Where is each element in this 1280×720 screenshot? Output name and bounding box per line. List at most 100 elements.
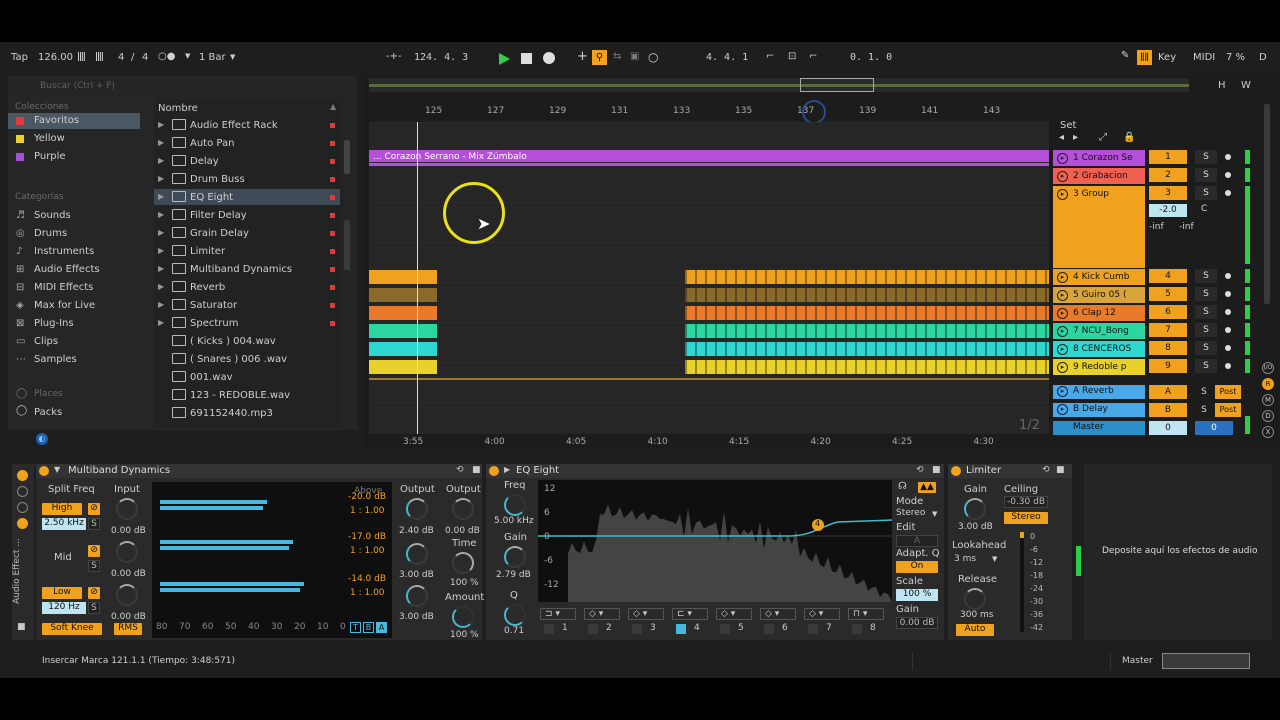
- track-activator[interactable]: 9: [1149, 359, 1187, 373]
- gain-knob[interactable]: [964, 498, 986, 520]
- favorite-icon[interactable]: [330, 141, 335, 146]
- clip-7-a[interactable]: [369, 324, 437, 338]
- low-freq-field[interactable]: 120 Hz: [42, 602, 86, 614]
- list-item[interactable]: Reverb: [190, 282, 225, 293]
- list-item[interactable]: Auto Pan: [190, 138, 234, 149]
- fold-track-icon[interactable]: ▸: [1057, 386, 1068, 397]
- expand-icon[interactable]: ▶: [504, 465, 510, 474]
- input-high-knob[interactable]: [116, 498, 138, 520]
- filter-type-select[interactable]: ⊏ ▾: [672, 608, 708, 620]
- clip-corazon[interactable]: ... Corazon Serrano - Mix Zúmbalo: [369, 150, 1049, 166]
- clip-9-b[interactable]: [685, 360, 1049, 374]
- spectrum-icon[interactable]: ▲▲: [918, 482, 936, 493]
- sig-num[interactable]: 4: [118, 52, 124, 63]
- solo-button[interactable]: S: [1195, 168, 1217, 182]
- track-activator[interactable]: 4: [1149, 269, 1187, 283]
- midi-map-button[interactable]: MIDI: [1193, 52, 1215, 63]
- ratio-value[interactable]: 1 : 1.00: [350, 546, 385, 556]
- metronome-icon[interactable]: ǀǀǀǀ: [77, 51, 86, 62]
- edit-a-button[interactable]: A: [896, 535, 938, 547]
- solo-button[interactable]: S: [1195, 186, 1217, 200]
- lookahead-select[interactable]: 3 ms: [954, 554, 976, 564]
- clip-4-b[interactable]: [685, 270, 1049, 284]
- punch-in-icon[interactable]: ⌐: [766, 51, 774, 62]
- mid-solo-button[interactable]: S: [88, 560, 100, 572]
- record-button[interactable]: [543, 52, 555, 64]
- search-field[interactable]: Buscar (Ctrl + F): [10, 79, 355, 95]
- threshold-value[interactable]: -20.0 dB: [348, 492, 386, 502]
- track-name[interactable]: 9 Redoble p: [1073, 362, 1127, 372]
- list-item[interactable]: Delay: [190, 156, 219, 167]
- session-record-icon[interactable]: ▣: [630, 51, 639, 62]
- device-on-icon[interactable]: [489, 466, 499, 476]
- fold-track-icon[interactable]: ▸: [1057, 171, 1068, 182]
- follow-icon[interactable]: ○●: [158, 51, 175, 62]
- clip-7-b[interactable]: [685, 324, 1049, 338]
- name-column-header[interactable]: Nombre: [158, 103, 198, 114]
- adapt-q-button[interactable]: On: [896, 561, 938, 573]
- sidebar-item-midi-effects[interactable]: MIDI Effects: [34, 282, 93, 293]
- favorite-icon[interactable]: [330, 159, 335, 164]
- solo-button[interactable]: S: [1195, 385, 1213, 399]
- loop-icon[interactable]: ○: [648, 50, 658, 64]
- sidebar-item-purple[interactable]: Purple: [34, 151, 66, 162]
- band-on-button[interactable]: [544, 624, 554, 634]
- device-on-icon[interactable]: [951, 466, 961, 476]
- punch-out-icon[interactable]: ⌐: [809, 51, 817, 62]
- loop-switch-icon[interactable]: ⊡: [788, 51, 796, 62]
- favorite-icon[interactable]: [330, 195, 335, 200]
- list-item[interactable]: Filter Delay: [190, 210, 247, 221]
- mixer-icon[interactable]: M: [1262, 394, 1274, 406]
- filter-type-select[interactable]: ⊐ ▾: [540, 608, 576, 620]
- sidebar-item-max-for-live[interactable]: Max for Live: [34, 300, 95, 311]
- loop-start-field[interactable]: 4. 4. 1: [706, 52, 748, 63]
- favorite-icon[interactable]: [330, 321, 335, 326]
- hot-swap-icon[interactable]: ⟲: [1042, 465, 1050, 475]
- w-button[interactable]: W: [1241, 80, 1251, 91]
- list-item[interactable]: Spectrum: [190, 318, 238, 329]
- key-map-button[interactable]: Key: [1158, 52, 1176, 63]
- sidebar-item-plug-ins[interactable]: Plug-Ins: [34, 318, 74, 329]
- favorite-icon[interactable]: [330, 231, 335, 236]
- solo-button[interactable]: S: [1195, 287, 1217, 301]
- return-icon[interactable]: R: [1262, 378, 1274, 390]
- sidebar-item-instruments[interactable]: Instruments: [34, 246, 94, 257]
- low-solo-icon[interactable]: ⊘: [88, 587, 100, 599]
- expand-icon[interactable]: ▶: [158, 228, 164, 237]
- sidebar-item-yellow[interactable]: Yellow: [34, 133, 65, 144]
- filter-type-select[interactable]: ◇ ▾: [760, 608, 796, 620]
- sidebar-item-favoritos[interactable]: Favoritos: [34, 115, 79, 126]
- song-position[interactable]: 124. 4. 3: [414, 52, 468, 63]
- return-activator[interactable]: B: [1149, 403, 1187, 417]
- filter-type-select[interactable]: ◇ ▾: [628, 608, 664, 620]
- clip-9-a[interactable]: [369, 360, 437, 374]
- threshold-value[interactable]: -17.0 dB: [348, 532, 386, 542]
- sidebar-item-samples[interactable]: Samples: [34, 354, 77, 365]
- fold-track-icon[interactable]: ▸: [1057, 344, 1068, 355]
- delay-icon[interactable]: D: [1262, 410, 1274, 422]
- hot-swap-icon[interactable]: ⟲: [916, 465, 924, 475]
- clip-5-b[interactable]: [685, 288, 1049, 302]
- device-on-icon[interactable]: [39, 466, 49, 476]
- expand-icon[interactable]: ▶: [158, 300, 164, 309]
- list-item[interactable]: 001.wav: [190, 372, 233, 383]
- high-band-button[interactable]: High: [42, 503, 82, 515]
- freq-knob[interactable]: [504, 494, 526, 516]
- arrangement-position-icon[interactable]: -+-: [386, 51, 402, 62]
- list-item[interactable]: Limiter: [190, 246, 225, 257]
- output-knob[interactable]: [452, 498, 474, 520]
- list-item[interactable]: Multiband Dynamics: [190, 264, 292, 275]
- fold-track-icon[interactable]: ▸: [1057, 272, 1068, 283]
- high-solo-button[interactable]: S: [88, 518, 100, 530]
- gain-knob[interactable]: [504, 546, 526, 568]
- crossfade-icon[interactable]: X: [1262, 426, 1274, 438]
- draw-mode-icon[interactable]: ✎: [1121, 50, 1129, 61]
- mode-b-button[interactable]: B: [363, 622, 374, 633]
- expand-icon[interactable]: ▶: [158, 156, 164, 165]
- time-knob[interactable]: [452, 552, 474, 574]
- ratio-value[interactable]: 1 : 1.00: [350, 506, 385, 516]
- track-name[interactable]: 2 Grabacion: [1073, 171, 1128, 181]
- preview-icon[interactable]: ◐: [36, 433, 48, 445]
- arm-button[interactable]: [1225, 345, 1231, 351]
- fold-track-icon[interactable]: ▸: [1057, 362, 1068, 373]
